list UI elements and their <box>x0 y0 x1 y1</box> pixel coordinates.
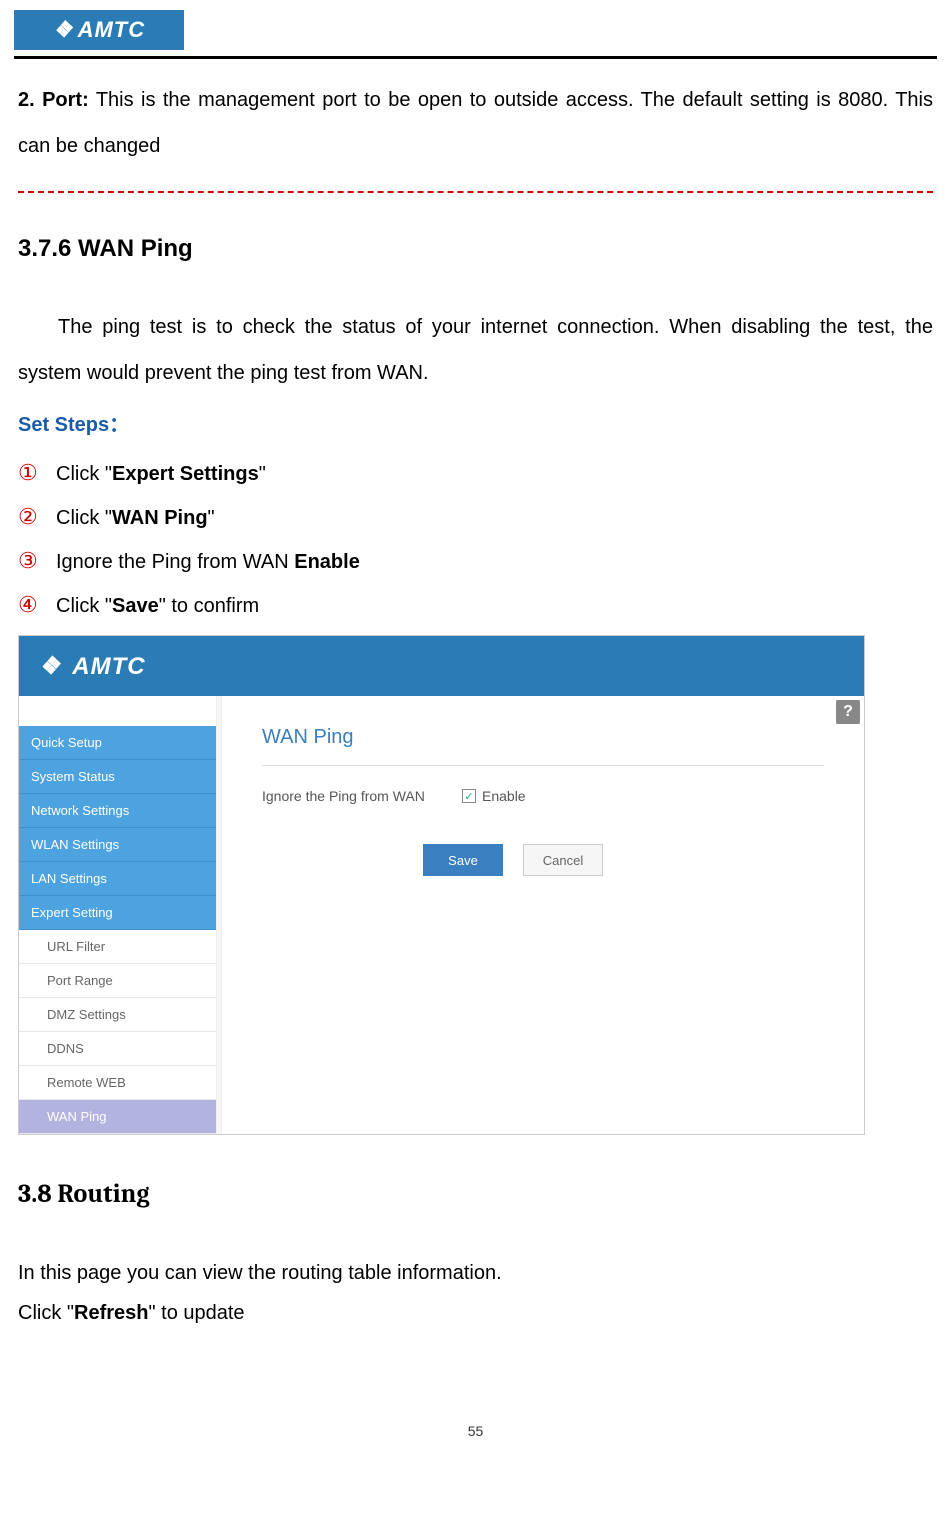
routing-line1: In this page you can view the routing ta… <box>18 1253 933 1293</box>
embedded-screenshot: ❖ AMTC Quick Setup System Status Network… <box>18 635 865 1135</box>
wan-ping-heading: 3.7.6 WAN Ping <box>18 221 933 276</box>
sidebar-item-wan-ping[interactable]: WAN Ping <box>19 1100 216 1134</box>
set-steps-label: Set Steps： <box>18 402 933 448</box>
step-item: ② Click "WAN Ping" <box>18 496 933 538</box>
checkmark-icon: ✓ <box>464 790 473 803</box>
logo-marker-icon: ❖ <box>37 650 64 682</box>
routing-heading: 3.8 Routing <box>18 1165 933 1225</box>
ss-main-panel: ? WAN Ping Ignore the Ping from WAN ✓ En… <box>221 696 864 1134</box>
ignore-ping-label: Ignore the Ping from WAN <box>262 788 462 804</box>
ss-sidebar: Quick Setup System Status Network Settin… <box>19 696 217 1134</box>
port-label: 2. Port: <box>18 89 89 111</box>
wan-ping-intro: The ping test is to check the status of … <box>18 304 933 396</box>
routing-line2: Click "Refresh" to update <box>18 1293 933 1333</box>
ss-topbar: ❖ AMTC <box>19 636 864 696</box>
sidebar-item-dmz-settings[interactable]: DMZ Settings <box>19 998 216 1032</box>
cancel-button[interactable]: Cancel <box>523 844 603 876</box>
step-text: Click "Expert Settings" <box>56 455 266 493</box>
help-icon[interactable]: ? <box>836 700 860 724</box>
sidebar-item-wlan-settings[interactable]: WLAN Settings <box>19 828 216 862</box>
sidebar-item-ddns[interactable]: DDNS <box>19 1032 216 1066</box>
sidebar-item-port-range[interactable]: Port Range <box>19 964 216 998</box>
port-paragraph: 2. Port: This is the management port to … <box>18 77 933 169</box>
ss-body: Quick Setup System Status Network Settin… <box>19 696 864 1134</box>
sidebar-item-network-settings[interactable]: Network Settings <box>19 794 216 828</box>
step-number: ② <box>18 496 56 538</box>
steps-list: ① Click "Expert Settings" ② Click "WAN P… <box>18 452 933 625</box>
step-item: ③ Ignore the Ping from WAN Enable <box>18 540 933 582</box>
page-number: 55 <box>0 1423 951 1439</box>
step-text: Click "WAN Ping" <box>56 499 215 537</box>
panel-title: WAN Ping <box>262 726 824 766</box>
enable-label: Enable <box>482 788 526 804</box>
ignore-ping-row: Ignore the Ping from WAN ✓ Enable <box>262 788 824 804</box>
step-number: ④ <box>18 584 56 626</box>
sidebar-item-system-status[interactable]: System Status <box>19 760 216 794</box>
button-row: Save Cancel <box>202 844 824 876</box>
step-number: ③ <box>18 540 56 582</box>
sidebar-item-remote-web[interactable]: Remote WEB <box>19 1066 216 1100</box>
sidebar-item-expert-setting[interactable]: Expert Setting <box>19 896 216 930</box>
dashed-divider <box>18 191 933 193</box>
doc-header-logo-text: AMTC <box>78 17 146 43</box>
doc-header-logo: ❖ AMTC <box>14 10 184 50</box>
ss-nav: Quick Setup System Status Network Settin… <box>19 726 216 1134</box>
enable-checkbox[interactable]: ✓ <box>462 789 476 803</box>
step-text: Click "Save" to confirm <box>56 587 259 625</box>
save-button[interactable]: Save <box>423 844 503 876</box>
step-item: ④ Click "Save" to confirm <box>18 584 933 626</box>
step-text: Ignore the Ping from WAN Enable <box>56 543 360 581</box>
port-text: This is the management port to be open t… <box>18 89 933 157</box>
header-rule <box>14 56 937 59</box>
step-item: ① Click "Expert Settings" <box>18 452 933 494</box>
ss-logo: ❖ AMTC <box>39 652 146 681</box>
step-number: ① <box>18 452 56 494</box>
sidebar-item-url-filter[interactable]: URL Filter <box>19 930 216 964</box>
sidebar-item-quick-setup[interactable]: Quick Setup <box>19 726 216 760</box>
sidebar-item-lan-settings[interactable]: LAN Settings <box>19 862 216 896</box>
logo-marker-icon: ❖ <box>51 15 76 44</box>
